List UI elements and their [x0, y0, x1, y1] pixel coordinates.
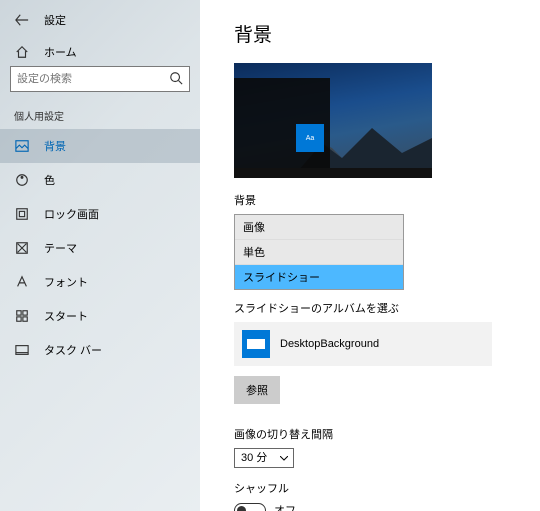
font-icon [14, 275, 30, 289]
picture-icon [14, 139, 30, 153]
background-preview: Aa [234, 63, 432, 178]
home-link[interactable]: ホーム [0, 38, 200, 66]
content-panel: 背景 Aa 背景 画像 単色 スライドショー スライドショーのアルバムを選ぶ D… [200, 0, 540, 511]
page-title: 背景 [234, 20, 518, 47]
sidebar-item-fonts[interactable]: フォント [0, 265, 200, 299]
sidebar-item-colors[interactable]: 色 [0, 163, 200, 197]
nav-label: スタート [44, 308, 88, 324]
settings-sidebar: 設定 ホーム 個人用設定 背景 色 ロック画面 テーマ フォント スタート タス… [0, 0, 200, 511]
browse-button[interactable]: 参照 [234, 376, 280, 404]
sidebar-item-lockscreen[interactable]: ロック画面 [0, 197, 200, 231]
album-label: スライドショーのアルバムを選ぶ [234, 300, 518, 316]
dropdown-option-picture[interactable]: 画像 [235, 215, 403, 240]
shuffle-toggle[interactable] [234, 503, 266, 511]
taskbar-icon [14, 343, 30, 357]
theme-icon [14, 241, 30, 255]
window-title: 設定 [44, 12, 66, 28]
background-type-label: 背景 [234, 192, 518, 208]
background-type-dropdown[interactable]: 画像 単色 スライドショー [234, 214, 404, 290]
sidebar-item-background[interactable]: 背景 [0, 129, 200, 163]
nav-label: ロック画面 [44, 206, 99, 222]
interval-select[interactable]: 30 分 [234, 448, 294, 468]
folder-icon [242, 330, 270, 358]
back-icon[interactable] [14, 13, 30, 27]
nav-label: テーマ [44, 240, 77, 256]
search-box[interactable] [10, 66, 190, 92]
section-title: 個人用設定 [0, 102, 200, 129]
preview-tile: Aa [296, 124, 324, 152]
preview-taskbar [234, 168, 432, 178]
dropdown-option-slideshow[interactable]: スライドショー [235, 265, 403, 289]
album-name: DesktopBackground [280, 338, 379, 350]
search-input[interactable] [17, 73, 169, 85]
preview-start-menu [234, 78, 330, 168]
shuffle-label: シャッフル [234, 480, 518, 496]
palette-icon [14, 173, 30, 187]
home-label: ホーム [44, 44, 77, 60]
start-icon [14, 309, 30, 323]
nav-label: 背景 [44, 138, 66, 154]
sidebar-item-themes[interactable]: テーマ [0, 231, 200, 265]
nav-label: 色 [44, 172, 55, 188]
album-row[interactable]: DesktopBackground [234, 322, 492, 366]
lockscreen-icon [14, 207, 30, 221]
interval-label: 画像の切り替え間隔 [234, 426, 518, 442]
header-row: 設定 [0, 8, 200, 38]
search-icon [169, 71, 183, 88]
shuffle-state: オフ [274, 502, 296, 511]
sidebar-item-taskbar[interactable]: タスク バー [0, 333, 200, 367]
nav-label: フォント [44, 274, 88, 290]
home-icon [14, 45, 30, 59]
nav-label: タスク バー [44, 342, 102, 358]
sidebar-item-start[interactable]: スタート [0, 299, 200, 333]
dropdown-option-solid[interactable]: 単色 [235, 240, 403, 265]
